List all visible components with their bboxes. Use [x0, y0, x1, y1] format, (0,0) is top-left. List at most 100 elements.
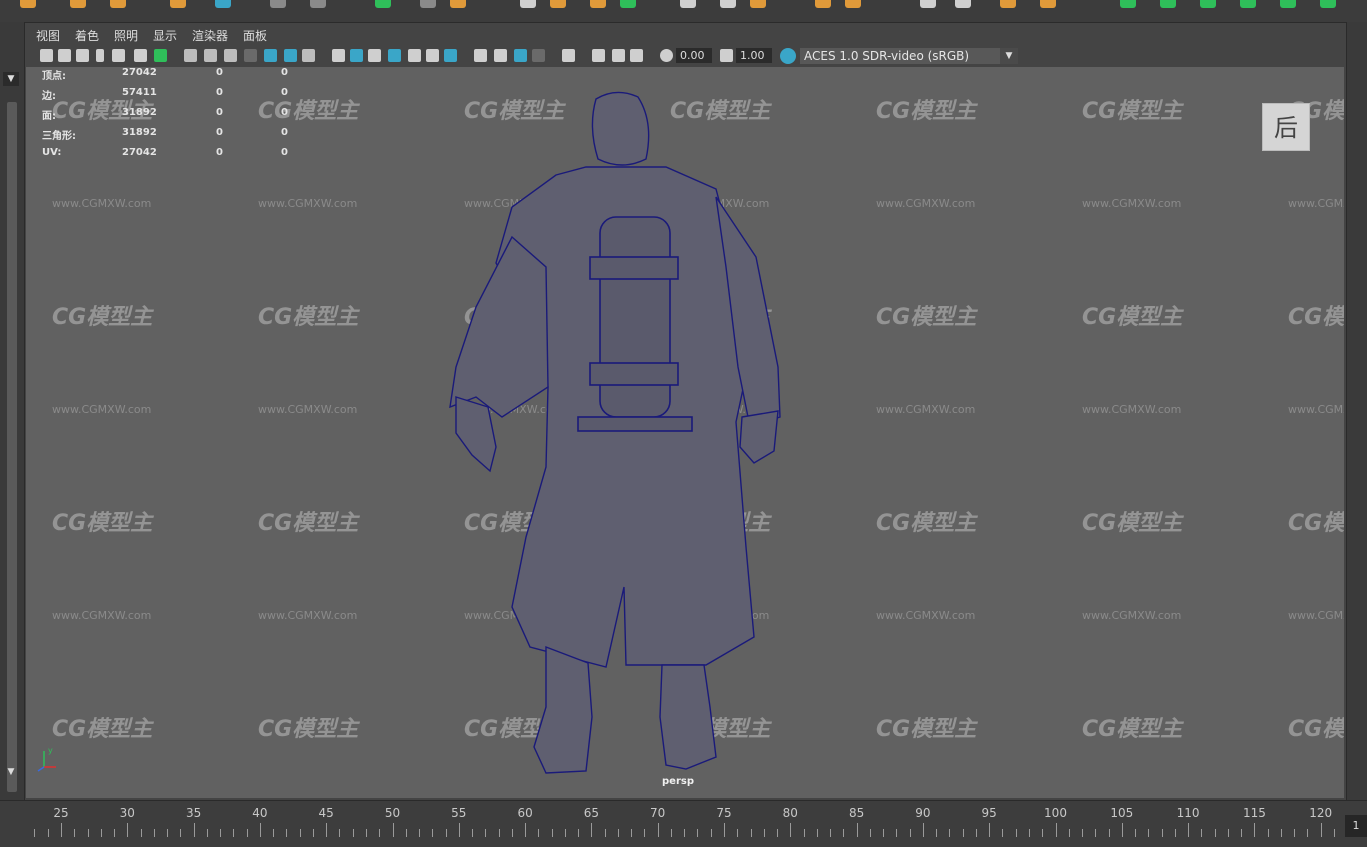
backface-culling-icon[interactable] [630, 49, 643, 62]
grid-icon[interactable] [184, 49, 197, 62]
camera-icon[interactable] [40, 49, 53, 62]
timeline-tick [140, 829, 142, 837]
timeline-tick [737, 829, 739, 837]
resolution-gate-icon[interactable] [224, 49, 237, 62]
timeline-tick [34, 829, 36, 837]
exposure-field[interactable]: 0.00 [676, 48, 712, 63]
menu-panels[interactable]: 面板 [243, 27, 267, 44]
xray-joints-icon[interactable] [612, 49, 625, 62]
shelf-icon-15[interactable] [680, 0, 696, 8]
motion-blur-icon[interactable] [494, 49, 507, 62]
shelf-icon-11[interactable] [520, 0, 536, 8]
shelf-icon-24[interactable] [1120, 0, 1136, 8]
viewport-3d[interactable]: CG模型主 www.CGMXW.com CG模型主 www.CGMXW.com CG模型… [26, 67, 1344, 798]
timeline-tick [803, 829, 805, 837]
field-chart-icon[interactable] [264, 49, 277, 62]
safe-title-icon[interactable] [302, 49, 315, 62]
shelf-icon-14[interactable] [620, 0, 636, 8]
shelf-icon-7[interactable] [310, 0, 326, 8]
shelf-icon-4[interactable] [170, 0, 186, 8]
shelf-icon-3[interactable] [110, 0, 126, 8]
image-plane-icon[interactable] [112, 49, 125, 62]
isolate-select-icon[interactable] [562, 49, 575, 62]
timeline-tick [47, 829, 49, 837]
hud-value: 57411 [122, 87, 157, 98]
shelf-icon-5[interactable] [215, 0, 231, 8]
timeline-tick [472, 829, 474, 837]
gamma-field[interactable]: 1.00 [736, 48, 772, 63]
shelf-icon-18[interactable] [815, 0, 831, 8]
shelf-icon-10[interactable] [450, 0, 466, 8]
2d-pan-icon[interactable] [134, 49, 147, 62]
timeline-tick [670, 829, 672, 837]
timeline-tick [869, 829, 871, 837]
menu-shading[interactable]: 着色 [75, 27, 99, 44]
timeline-tick [816, 829, 818, 837]
timeline-tick [299, 829, 301, 837]
xray-icon[interactable] [592, 49, 605, 62]
hud-label: 边: [42, 91, 56, 102]
bookmark-icon[interactable] [96, 49, 104, 62]
menu-show[interactable]: 显示 [153, 27, 177, 44]
shadows-icon[interactable] [444, 49, 457, 62]
shelf-icon-20[interactable] [920, 0, 936, 8]
safe-action-icon[interactable] [284, 49, 297, 62]
textured-icon[interactable] [408, 49, 421, 62]
grease-pencil-icon[interactable] [154, 49, 167, 62]
smooth-shade-icon[interactable] [350, 49, 363, 62]
default-material-icon[interactable] [368, 49, 381, 62]
chevron-down-icon[interactable]: ▼ [3, 765, 19, 779]
shelf-icon-17[interactable] [750, 0, 766, 8]
color-management-icon[interactable] [780, 48, 796, 64]
timeline-tick [100, 829, 102, 837]
wireframe-icon[interactable] [332, 49, 345, 62]
depth-of-field-icon[interactable] [532, 49, 545, 62]
shelf-icon-27[interactable] [1240, 0, 1256, 8]
left-scrollbar[interactable] [7, 102, 17, 792]
bookmark-camera-icon[interactable] [76, 49, 89, 62]
camera-attributes-icon[interactable] [58, 49, 71, 62]
gate-mask-icon[interactable] [244, 49, 257, 62]
timeline-tick [843, 829, 845, 837]
shelf-icon-1[interactable] [20, 0, 36, 8]
shelf-icon-12[interactable] [550, 0, 566, 8]
menu-renderer[interactable]: 渲染器 [192, 27, 228, 44]
shelf-icon-22[interactable] [1000, 0, 1016, 8]
hud-selected: 0 [216, 127, 223, 138]
shelf-icon-23[interactable] [1040, 0, 1056, 8]
view-cube[interactable]: 后 [1262, 103, 1310, 151]
shelf-icon-2[interactable] [70, 0, 86, 8]
shelf-icon-26[interactable] [1200, 0, 1216, 8]
shelf-icon-25[interactable] [1160, 0, 1176, 8]
timeline-tick [790, 823, 792, 837]
wireframe-character[interactable] [26, 67, 1344, 798]
shelf-icon-13[interactable] [590, 0, 606, 8]
shelf-icon-16[interactable] [720, 0, 736, 8]
current-frame-field[interactable]: 1 [1345, 815, 1367, 837]
film-gate-icon[interactable] [204, 49, 217, 62]
timeline-tick-label: 105 [1110, 806, 1134, 820]
color-management-dropdown[interactable]: ACES 1.0 SDR-video (sRGB) ▼ [800, 48, 1018, 64]
timeline-tick [604, 829, 606, 837]
exposure-icon[interactable] [660, 49, 673, 62]
shelf-icon-21[interactable] [955, 0, 971, 8]
timeline-tick [777, 829, 779, 837]
lights-icon[interactable] [426, 49, 439, 62]
menu-lighting[interactable]: 照明 [114, 27, 138, 44]
shelf-icon-9[interactable] [420, 0, 436, 8]
shelf-icon-8[interactable] [375, 0, 391, 8]
timeline-tick [1254, 823, 1256, 837]
shelf-icon-6[interactable] [270, 0, 286, 8]
time-slider[interactable]: 25 30 35 40 45 50 55 60 65 70 75 80 85 90 95 100 105 110 1… [0, 800, 1367, 847]
ambient-occlusion-icon[interactable] [474, 49, 487, 62]
menu-view[interactable]: 视图 [36, 27, 60, 44]
timeline-tick [206, 829, 208, 837]
timeline-tick [1307, 829, 1309, 837]
wireframe-on-shaded-icon[interactable] [388, 49, 401, 62]
antialiasing-icon[interactable] [514, 49, 527, 62]
shelf-icon-29[interactable] [1320, 0, 1336, 8]
shelf-icon-28[interactable] [1280, 0, 1296, 8]
shelf-icon-19[interactable] [845, 0, 861, 8]
gamma-icon[interactable] [720, 49, 733, 62]
chevron-down-icon[interactable]: ▼ [3, 72, 19, 86]
